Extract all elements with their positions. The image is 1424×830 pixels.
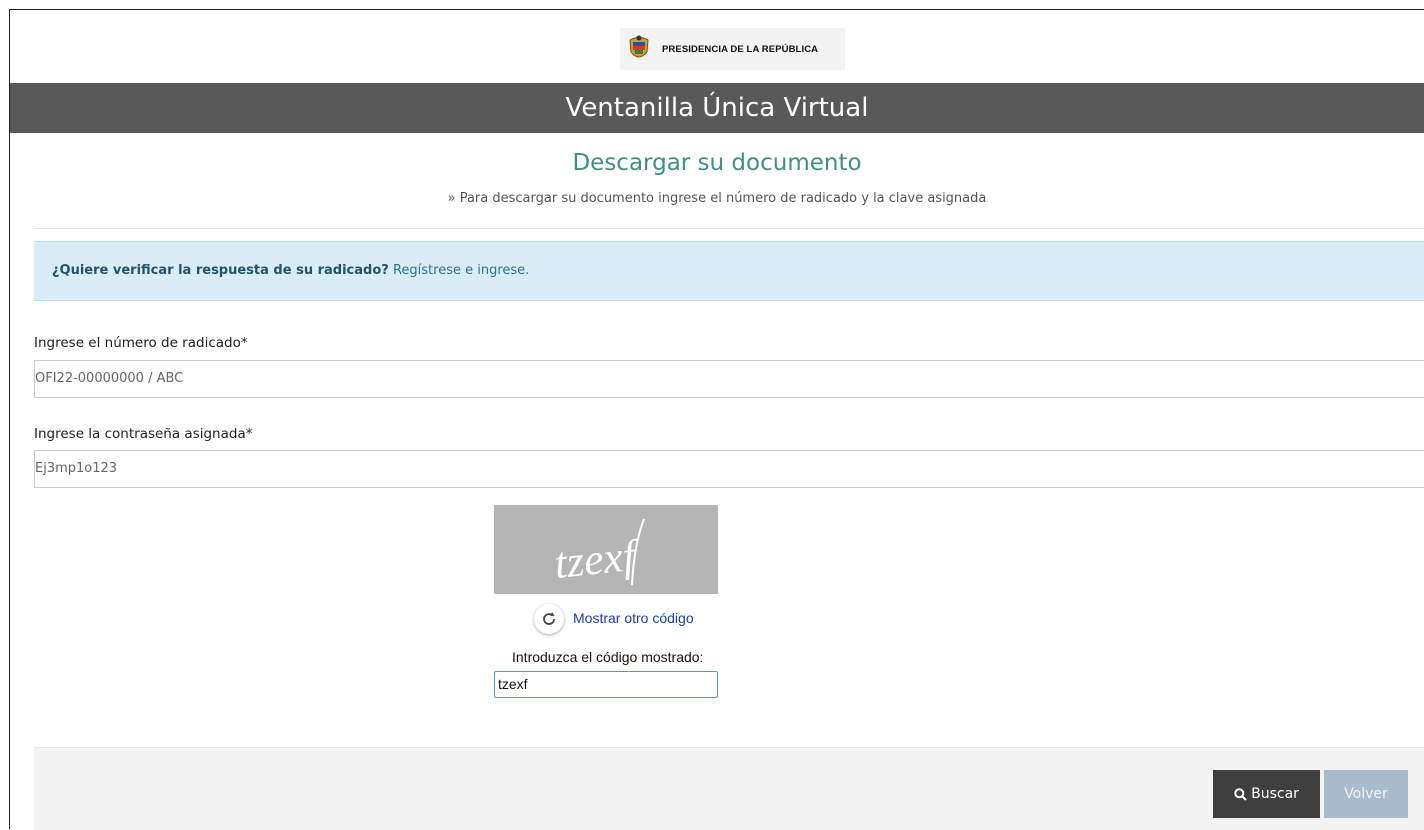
logo-text: PRESIDENCIA DE LA REPÚBLICA	[662, 43, 819, 55]
divider	[34, 228, 1424, 229]
captcha-input-value: tzexf	[498, 676, 528, 692]
page-subtitle: » Para descargar su documento ingrese el…	[447, 191, 987, 206]
app-title-bar: Ventanilla Única Virtual	[10, 83, 1424, 133]
back-button[interactable]: Volver	[1324, 770, 1408, 818]
frame-border-top	[9, 9, 1424, 10]
radicado-input[interactable]: OFI22-00000000 / ABC	[34, 360, 1424, 398]
search-button[interactable]: Buscar	[1213, 770, 1320, 818]
password-placeholder: Ej3mp1o123	[35, 461, 118, 476]
register-link[interactable]: Regístrese e ingrese.	[393, 263, 529, 278]
coat-of-arms-icon	[629, 35, 649, 58]
info-alert: ¿Quiere verificar la respuesta de su rad…	[34, 241, 1424, 301]
page-title: Descargar su documento	[572, 150, 862, 176]
refresh-captcha-link[interactable]: Mostrar otro código	[573, 610, 694, 626]
captcha-drawing: tzexf	[552, 518, 645, 588]
captcha-image: tzexf	[494, 505, 718, 594]
password-input[interactable]: Ej3mp1o123	[34, 450, 1424, 488]
refresh-captcha-button[interactable]	[534, 604, 564, 634]
presidency-logo: PRESIDENCIA DE LA REPÚBLICA	[620, 28, 845, 70]
captcha-text: tzexf	[552, 530, 643, 588]
refresh-icon	[543, 612, 555, 625]
captcha-input[interactable]: tzexf	[494, 671, 718, 698]
captcha-input-label: Introduzca el código mostrado:	[512, 649, 704, 665]
search-button-label: Buscar	[1251, 786, 1299, 802]
password-label: Ingrese la contraseña asignada*	[34, 426, 253, 442]
search-icon	[1234, 787, 1247, 801]
radicado-label: Ingrese el número de radicado*	[34, 335, 248, 351]
radicado-placeholder: OFI22-00000000 / ABC	[35, 371, 184, 386]
alert-question: ¿Quiere verificar la respuesta de su rad…	[52, 263, 389, 278]
